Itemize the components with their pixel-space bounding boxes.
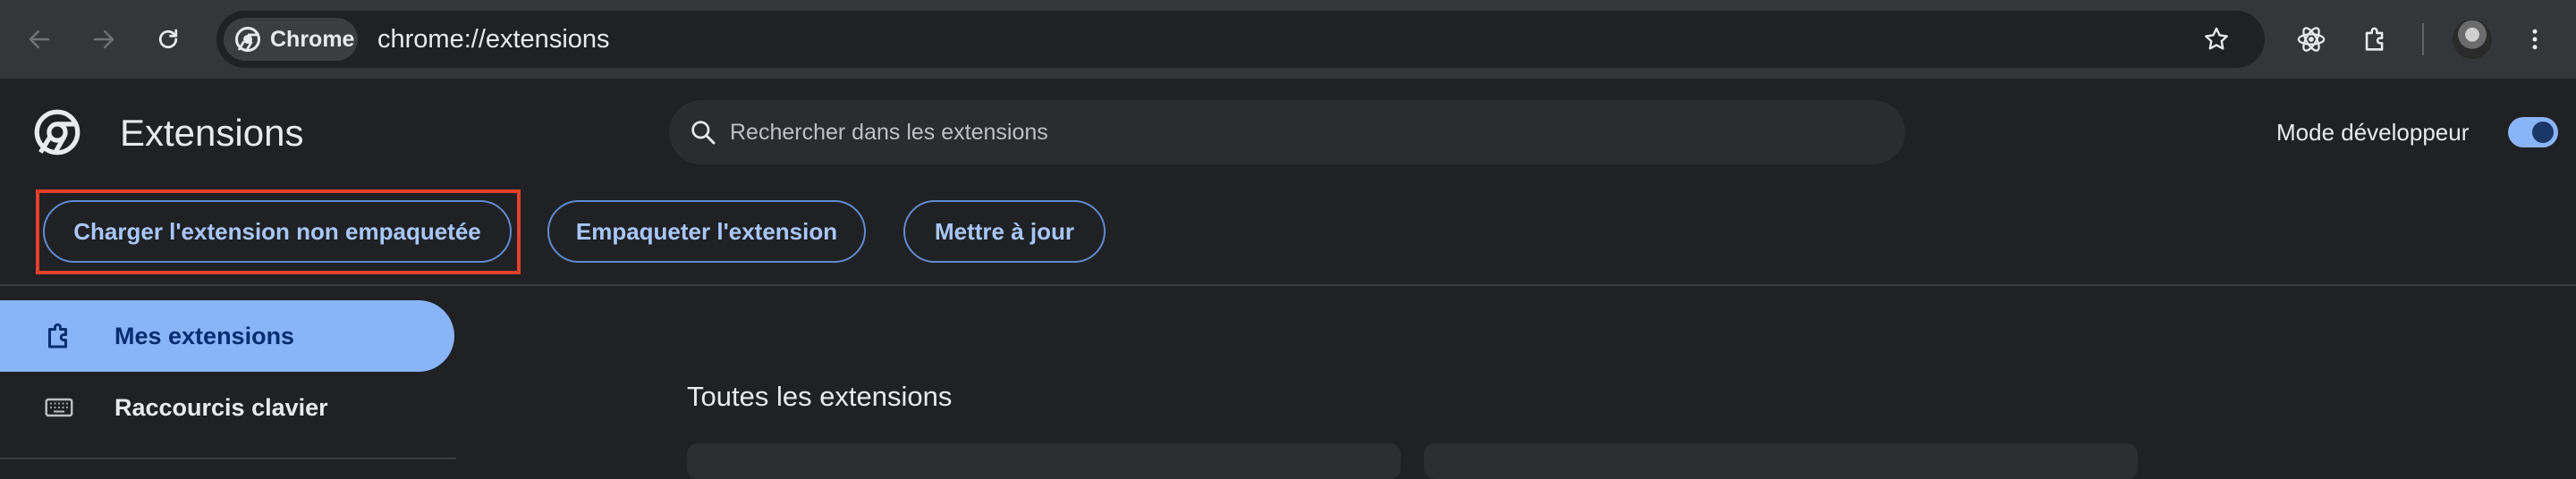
forward-button[interactable]: [82, 18, 125, 61]
chip-label: Chrome: [270, 26, 355, 52]
keyboard-icon: [45, 398, 73, 417]
sidebar-divider: [0, 458, 456, 459]
toolbar-separator: [2422, 23, 2424, 55]
update-button[interactable]: Mettre à jour: [903, 200, 1106, 263]
reload-icon: [158, 29, 178, 49]
sidebar-item-label: Mes extensions: [114, 322, 295, 349]
header-divider: [0, 284, 2576, 286]
forward-icon: [93, 30, 114, 48]
sidebar-item-keyboard-shortcuts[interactable]: Raccourcis clavier: [0, 372, 454, 443]
extension-card: [1424, 443, 2138, 479]
toggle-knob: [2532, 122, 2554, 143]
bookmark-button[interactable]: [2195, 18, 2238, 61]
developer-mode-toggle[interactable]: [2508, 117, 2558, 147]
extension-card: [687, 443, 1401, 479]
back-icon: [29, 30, 50, 48]
sidebar-item-my-extensions[interactable]: Mes extensions: [0, 300, 454, 372]
chrome-logo-icon: [34, 109, 80, 155]
omnibox[interactable]: Chrome chrome://extensions: [216, 11, 2265, 68]
chrome-icon: [235, 27, 260, 52]
back-button[interactable]: [18, 18, 61, 61]
url-text[interactable]: chrome://extensions: [377, 11, 610, 68]
reload-button[interactable]: [147, 18, 190, 61]
search-icon: [691, 121, 716, 145]
browser-toolbar: Chrome chrome://extensions: [0, 0, 2576, 79]
more-menu-button[interactable]: [2513, 18, 2556, 61]
developer-mode-label: Mode développeur: [2276, 119, 2470, 146]
highlight-box: [36, 189, 521, 274]
bookmark-star-icon: [2205, 27, 2228, 50]
more-vert-icon: [2532, 29, 2538, 50]
pack-extension-button[interactable]: Empaqueter l'extension: [547, 200, 866, 263]
site-info-chip[interactable]: Chrome: [224, 18, 358, 61]
search-input[interactable]: Rechercher dans les extensions: [669, 100, 1905, 164]
sidebar-item-label: Raccourcis clavier: [114, 393, 328, 421]
page-title: Extensions: [120, 112, 304, 154]
search-placeholder: Rechercher dans les extensions: [730, 120, 1048, 145]
extensions-button[interactable]: [2354, 18, 2397, 61]
react-devtools-icon: [2297, 27, 2326, 52]
extensions-puzzle-icon: [2365, 27, 2384, 51]
section-title: Toutes les extensions: [687, 381, 953, 412]
avatar[interactable]: [2453, 20, 2492, 59]
extension-puzzle-icon: [48, 323, 67, 349]
react-devtools-button[interactable]: [2290, 18, 2333, 61]
